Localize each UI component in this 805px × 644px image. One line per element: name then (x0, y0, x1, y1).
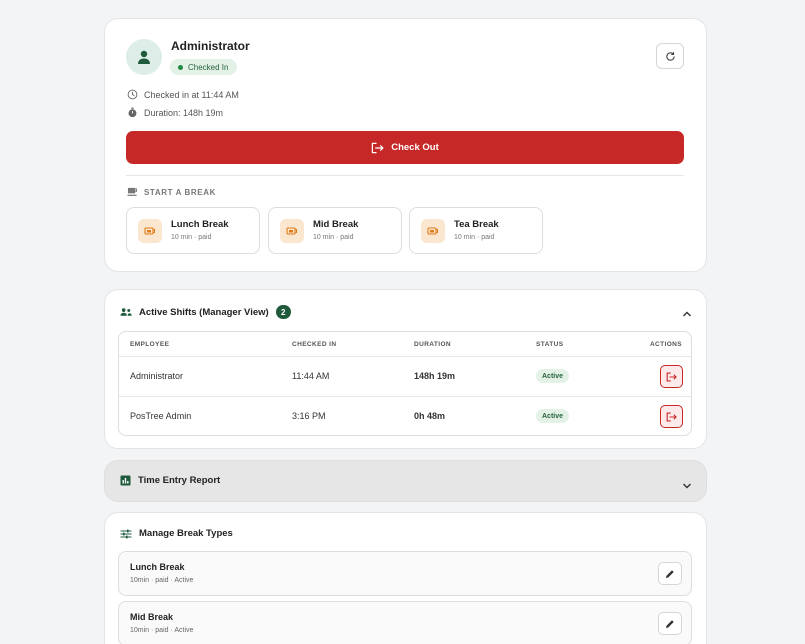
checked-in-time-text: Checked in at 11:44 AM (144, 89, 239, 100)
force-checkout-button[interactable] (660, 365, 683, 388)
break-type-name: Lunch Break (130, 562, 185, 572)
status-badge: Active (536, 409, 570, 423)
checked-in-badge-label: Checked In (188, 62, 229, 72)
checked-in-time-cell: 11:44 AM (292, 371, 330, 381)
user-name: Administrator (171, 39, 250, 53)
col-actions: ACTIONS (649, 341, 682, 348)
manage-break-types-title: Manage Break Types (139, 528, 233, 539)
break-details: 10 min · paid (171, 234, 212, 241)
shift-count-badge: 2 (275, 305, 291, 319)
break-icon (280, 219, 304, 243)
active-shifts-card: Active Shifts (Manager View) 2 EMPLOYEE … (104, 289, 707, 449)
table-header-row: EMPLOYEE CHECKED IN DURATION STATUS ACTI… (119, 332, 691, 356)
time-entry-report-header[interactable]: Time Entry Report (120, 475, 220, 486)
clock-icon (127, 89, 138, 100)
start-break-label: START A BREAK (144, 187, 216, 197)
users-icon (120, 308, 132, 316)
break-name: Mid Break (313, 219, 359, 230)
logout-icon (666, 412, 677, 421)
active-shifts-header[interactable]: Active Shifts (Manager View) 2 (120, 305, 291, 319)
check-out-button[interactable]: Check Out (126, 131, 684, 164)
employee-name: PosTree Admin (130, 411, 192, 421)
time-entry-report-card[interactable]: Time Entry Report (104, 460, 707, 502)
stopwatch-icon (128, 107, 137, 118)
refresh-icon (665, 51, 675, 61)
duration-text: Duration: 148h 19m (144, 107, 224, 118)
break-details: 10 min · paid (454, 234, 495, 241)
check-out-label: Check Out (391, 142, 439, 153)
coffee-icon (127, 187, 138, 196)
break-type-name: Mid Break (130, 612, 174, 622)
manage-break-types-header: Manage Break Types (120, 528, 233, 539)
chevron-down-icon[interactable] (682, 477, 692, 495)
status-dot-icon (178, 64, 183, 70)
table-row: PosTree Admin 3:16 PM 0h 48m Active (119, 397, 691, 436)
edit-break-type-button[interactable] (658, 612, 682, 635)
break-icon (421, 219, 445, 243)
pencil-icon (666, 619, 674, 628)
report-chart-icon (120, 475, 131, 486)
force-checkout-button[interactable] (660, 405, 683, 428)
duration-cell: 0h 48m (414, 411, 446, 421)
col-status: STATUS (536, 341, 564, 348)
break-type-details: 10min · paid · Active (130, 627, 194, 634)
edit-break-type-button[interactable] (658, 562, 682, 585)
divider (126, 175, 684, 176)
user-status-card: Administrator Checked In Checked in at 1… (104, 18, 707, 272)
lunch-break-button[interactable]: Lunch Break 10 min · paid (126, 207, 260, 254)
employee-name: Administrator (130, 371, 184, 381)
logout-icon (372, 142, 384, 153)
table-row: Administrator 11:44 AM 148h 19m Active (119, 357, 691, 396)
mid-break-button[interactable]: Mid Break 10 min · paid (268, 207, 402, 254)
pencil-icon (666, 569, 674, 578)
user-avatar-icon (126, 39, 162, 75)
checked-in-time: Checked in at 11:44 AM (127, 89, 239, 100)
duration-cell: 148h 19m (414, 371, 456, 381)
break-icon (138, 219, 162, 243)
logout-icon (666, 372, 677, 381)
active-shifts-title: Active Shifts (Manager View) (139, 306, 269, 318)
tea-break-button[interactable]: Tea Break 10 min · paid (409, 207, 543, 254)
active-shifts-table: EMPLOYEE CHECKED IN DURATION STATUS ACTI… (118, 331, 692, 436)
chevron-up-icon[interactable] (682, 305, 692, 323)
checked-in-time-cell: 3:16 PM (292, 411, 326, 421)
col-duration: DURATION (414, 341, 452, 348)
col-employee: EMPLOYEE (130, 341, 170, 348)
status-badge: Active (536, 369, 570, 383)
time-entry-report-title: Time Entry Report (138, 475, 221, 486)
break-type-item: Mid Break 10min · paid · Active (118, 601, 692, 644)
break-details: 10 min · paid (313, 234, 354, 241)
refresh-button[interactable] (656, 43, 684, 69)
manage-break-types-card: Manage Break Types Lunch Break 10min · p… (104, 512, 707, 644)
break-name: Lunch Break (171, 219, 229, 230)
checked-in-badge: Checked In (170, 59, 238, 75)
col-checked-in: CHECKED IN (292, 341, 337, 348)
break-type-item: Lunch Break 10min · paid · Active (118, 551, 692, 596)
break-name: Tea Break (454, 219, 499, 230)
start-break-heading: START A BREAK (127, 187, 216, 197)
sliders-icon (120, 529, 132, 538)
duration: Duration: 148h 19m (127, 107, 223, 118)
break-type-details: 10min · paid · Active (130, 577, 194, 584)
